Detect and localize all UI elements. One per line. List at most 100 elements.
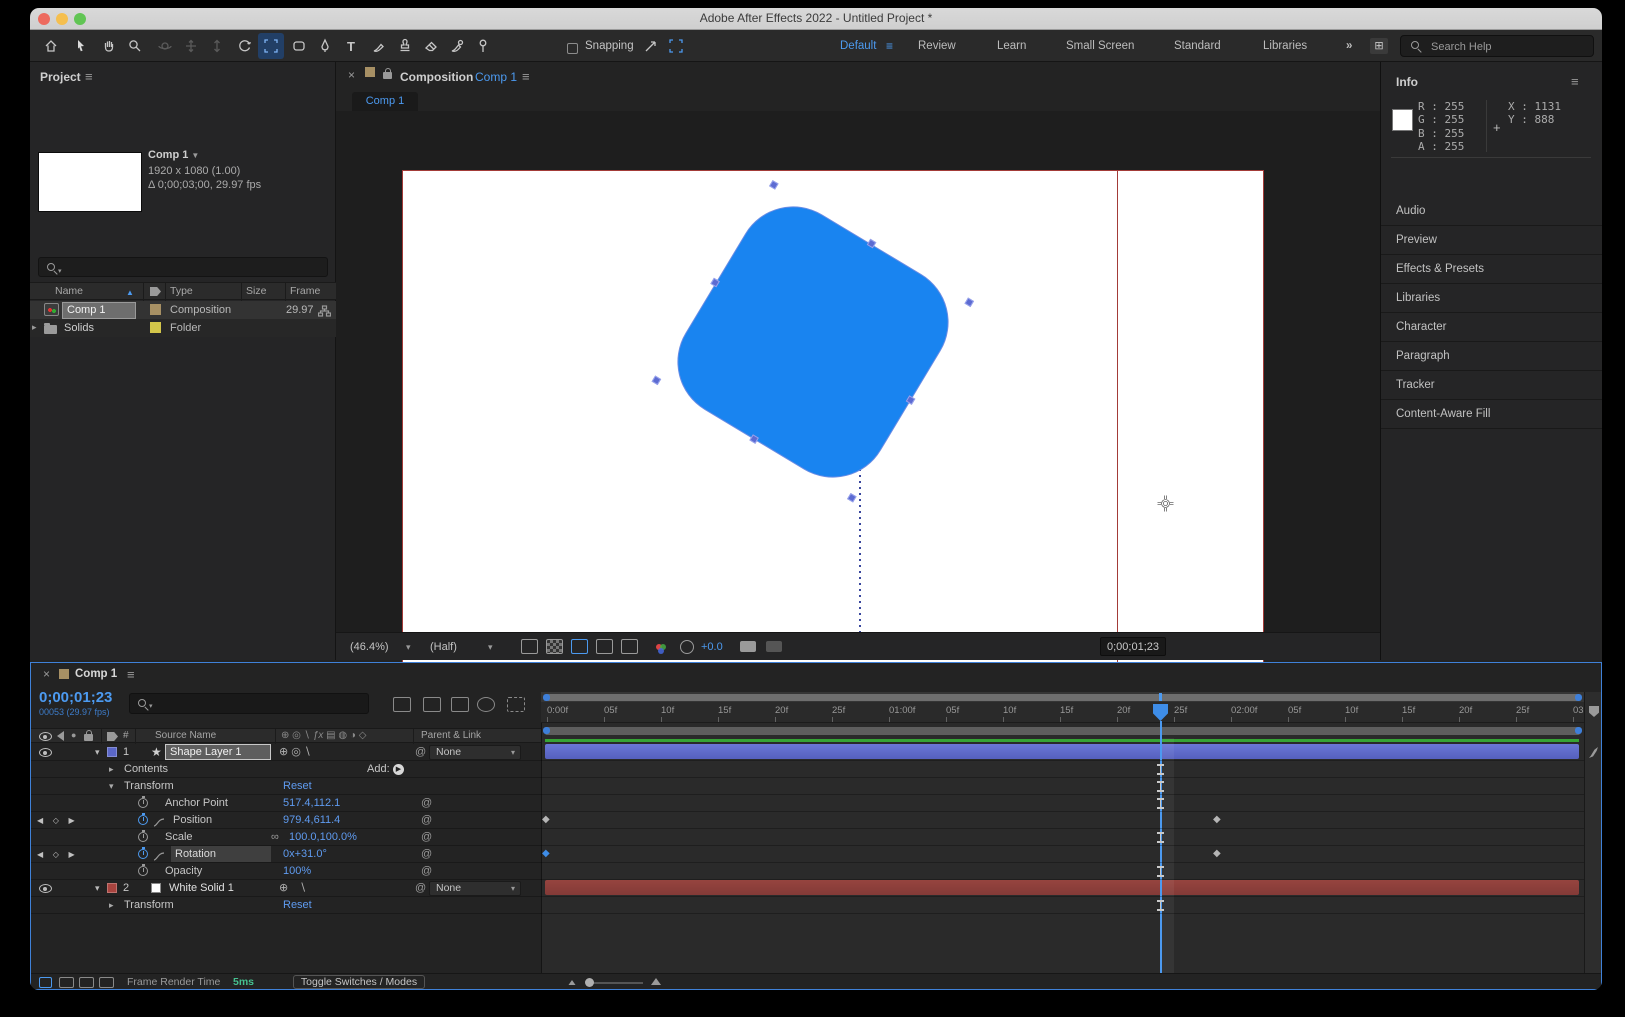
shape-tool-rounded-rect[interactable] [286,33,312,59]
parent-pickwhip-icon[interactable]: @ [415,880,426,896]
timeline-search-field[interactable]: ▾ [129,693,369,714]
transfer-controls-pane-icon[interactable] [59,977,74,988]
brush-tool[interactable] [366,33,392,59]
panel-tab-paragraph[interactable]: Paragraph [1381,342,1602,371]
resolution-dropdown[interactable]: (Half) [430,633,457,661]
layer-visibility-eye-icon[interactable] [39,748,52,757]
channel-rgb-icon[interactable] [654,642,668,660]
exposure-value[interactable]: +0.0 [701,633,723,661]
panel-tab-tracker[interactable]: Tracker [1381,371,1602,400]
viewer-timecode[interactable]: 0;00;01;23 [1100,637,1166,656]
region-of-interest-icon[interactable] [596,639,613,654]
panel-tab-preview[interactable]: Preview [1381,226,1602,255]
selection-handle[interactable] [652,376,662,386]
timeline-zoom-slider-knob[interactable] [585,978,594,987]
workspace-tab-learn[interactable]: Learn [997,30,1026,62]
property-row-anchor-point[interactable]: Anchor Point 517.4,112.1 @ [31,795,1584,812]
panel-tab-audio[interactable]: Audio [1381,197,1602,226]
exposure-icon[interactable] [680,640,694,654]
workspace-tab-small-screen[interactable]: Small Screen [1066,30,1134,62]
composition-tab[interactable]: Comp 1 [352,92,418,111]
composition-panel-menu-icon[interactable]: ≡ [522,69,530,84]
scale-value[interactable]: 100.0,100.0% [289,829,357,846]
anchor-point-crosshair-icon[interactable] [1157,495,1174,517]
stopwatch-icon-active[interactable] [138,815,148,825]
snapping-checkbox[interactable] [567,43,578,54]
contents-label[interactable]: Contents [124,761,168,778]
panel-tab-libraries[interactable]: Libraries [1381,284,1602,313]
panel-tab-effects-presets[interactable]: Effects & Presets [1381,255,1602,284]
time-navigator-bar[interactable] [545,694,1580,701]
property-row-rotation[interactable]: ◀ ◇ ▶ Rotation 0x+31.0° @ [31,846,1584,863]
pen-tool[interactable] [312,33,338,59]
work-area[interactable] [541,724,1584,738]
zoom-in-mountain-icon[interactable] [651,978,661,985]
opacity-value[interactable]: 100% [283,863,311,880]
orbit-camera-tool[interactable] [152,33,178,59]
dolly-camera-tool[interactable] [204,33,230,59]
timeline-zoom-slider-track[interactable] [587,982,643,984]
current-timecode[interactable]: 0;00;01;23 [39,689,112,706]
close-panel-icon[interactable]: × [348,68,355,82]
shape-layer-selection[interactable] [657,186,970,499]
solo-column-icon[interactable]: ● [71,730,76,740]
property-row-position[interactable]: ◀ ◇ ▶ Position 979.4,611.4 @ [31,812,1584,829]
anchor-point-label[interactable]: Anchor Point [165,795,228,812]
navigator-end-handle[interactable] [1575,694,1582,701]
column-name[interactable]: Name [55,283,83,300]
rotation-tool[interactable] [232,33,258,59]
rotation-label-highlighted[interactable]: Rotation [171,846,271,862]
property-pickwhip-icon[interactable]: @ [421,846,432,862]
expand-switches-pane-icon[interactable] [39,977,52,988]
navigator-start-handle[interactable] [543,694,550,701]
column-size[interactable]: Size [246,283,266,300]
project-row-comp1[interactable]: Comp 1 Composition 29.97 [30,301,336,319]
property-pickwhip-icon[interactable]: @ [421,829,432,845]
zoom-tool[interactable] [122,33,148,59]
opacity-label[interactable]: Opacity [165,863,202,880]
zoom-out-mountain-icon[interactable] [569,980,576,985]
property-row-solid-transform[interactable]: ▸ Transform Reset [31,897,1584,914]
magnification-dropdown[interactable]: (46.4%) [350,633,389,661]
toggle-switches-modes-button[interactable]: Toggle Switches / Modes [293,975,425,989]
audio-column-speaker-icon[interactable] [57,731,64,741]
clone-stamp-tool[interactable] [392,33,418,59]
anchor-point-value[interactable]: 517.4,112.1 [283,795,340,812]
panel-tab-content-aware-fill[interactable]: Content-Aware Fill [1381,400,1602,429]
layer-row-white-solid[interactable]: ▾ 2 White Solid 1 ⊕ ∖ @ None▾ [31,880,1584,897]
expander-icon[interactable]: ▾ [95,747,100,758]
search-help-field[interactable]: Search Help [1400,35,1594,57]
eraser-tool[interactable] [418,33,444,59]
grid-guides-icon[interactable] [621,639,638,654]
project-list-header[interactable]: Name ▲ Type Size Frame Ra.. [30,282,336,300]
position-value[interactable]: 979.4,611.4 [283,812,340,829]
layer-color-swatch[interactable] [107,883,117,893]
add-shape-button[interactable]: ▶ [393,764,404,775]
work-area-end-handle[interactable] [1575,727,1582,734]
project-row-name[interactable]: Solids [64,319,94,337]
info-panel-menu-icon[interactable]: ≡ [1571,74,1579,89]
layer-switches[interactable]: ⊕ ◎ ∖ [279,744,311,761]
parent-pickwhip-icon[interactable]: @ [415,744,426,760]
property-pickwhip-icon[interactable]: @ [421,812,432,828]
label-color-swatch[interactable] [150,322,161,333]
rotation-value[interactable]: 0x+31.0° [283,846,327,863]
graph-editor-icon[interactable] [507,697,525,712]
selection-handle[interactable] [964,298,974,308]
transform-label[interactable]: Transform [124,778,174,795]
label-column-tag-icon[interactable] [107,732,118,741]
composition-name-link[interactable]: Comp 1 [475,70,517,84]
work-area-bar[interactable] [545,727,1580,735]
snapshot-camera-icon[interactable] [740,641,756,652]
property-pickwhip-icon[interactable]: @ [421,795,432,811]
project-comp-name[interactable]: Comp 1 ▼ [148,149,199,161]
position-label[interactable]: Position [173,812,212,829]
index-column-label[interactable]: # [123,729,129,743]
draft-3d-icon[interactable] [423,697,441,712]
type-tool[interactable]: T [338,33,364,59]
expander-icon[interactable]: ▾ [95,883,100,894]
close-panel-icon[interactable]: × [43,667,50,681]
sort-ascending-icon[interactable]: ▲ [126,288,134,297]
composition-canvas[interactable] [403,171,1263,664]
puppet-pin-tool[interactable] [470,33,496,59]
